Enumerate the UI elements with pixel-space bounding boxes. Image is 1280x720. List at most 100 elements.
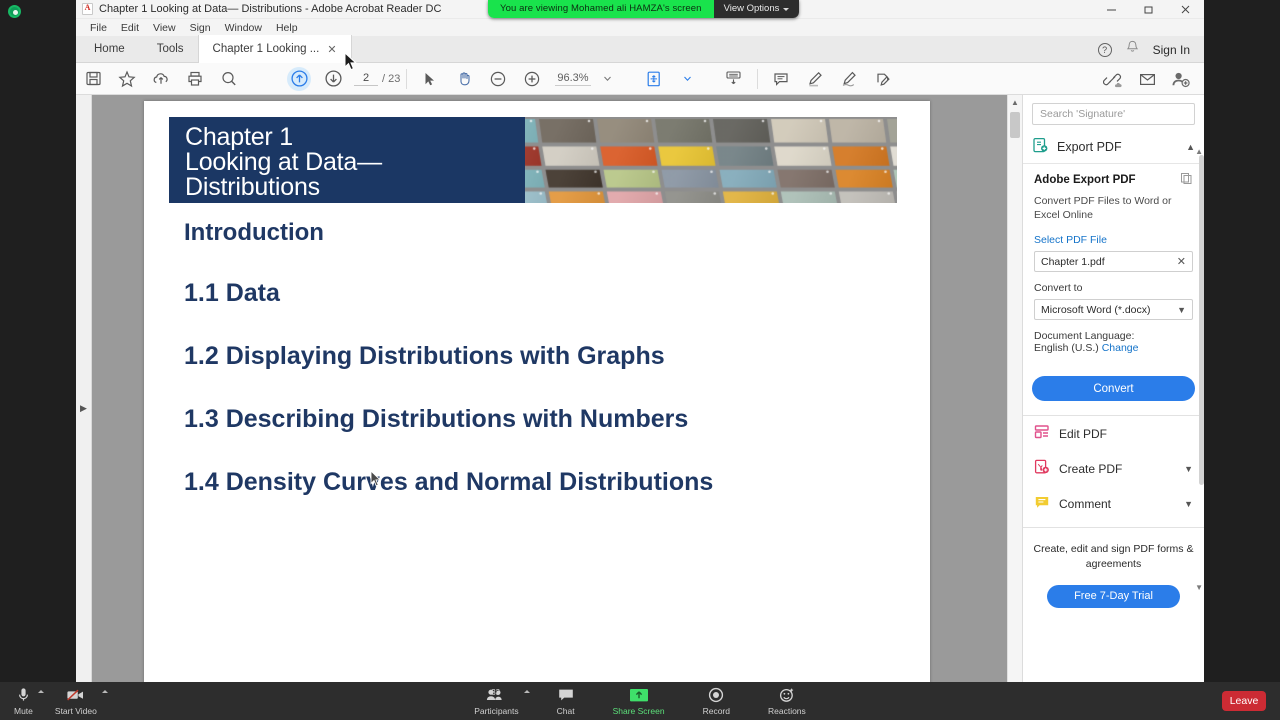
tab-tools[interactable]: Tools <box>143 35 198 62</box>
fit-page-icon[interactable] <box>637 64 671 94</box>
tool-row-comment[interactable]: Comment ▼ <box>1023 486 1204 521</box>
clear-file-icon[interactable]: ✕ <box>1177 255 1186 268</box>
draw-icon[interactable] <box>832 64 866 94</box>
highlight-icon[interactable] <box>798 64 832 94</box>
chat-icon <box>558 687 574 704</box>
scroll-up-icon[interactable]: ▲ <box>1008 95 1022 109</box>
close-button[interactable] <box>1167 0 1204 19</box>
window-title: Chapter 1 Looking at Data— Distributions… <box>99 3 442 15</box>
hand-pan-icon[interactable] <box>447 64 481 94</box>
scrollbar-thumb[interactable] <box>1010 112 1020 138</box>
menu-view[interactable]: View <box>147 21 182 35</box>
help-icon[interactable]: ? <box>1097 42 1112 57</box>
expand-navigation-pane-icon[interactable]: ▶ <box>80 403 87 414</box>
star-icon[interactable] <box>110 64 144 94</box>
export-pdf-icon <box>1032 137 1049 157</box>
bell-icon[interactable] <box>1126 40 1139 59</box>
export-pdf-label: Export PDF <box>1057 140 1122 154</box>
export-pdf-body: Adobe Export PDF Convert PDF Files to Wo… <box>1023 164 1204 360</box>
menu-sign[interactable]: Sign <box>184 21 217 35</box>
slide-header: Chapter 1 Looking at Data— Distributions <box>169 117 897 203</box>
document-language-value: English (U.S.) <box>1034 342 1099 355</box>
menu-help[interactable]: Help <box>270 21 304 35</box>
comment-label: Comment <box>1059 496 1112 511</box>
change-language-link[interactable]: Change <box>1102 342 1139 354</box>
comment-tool-icon <box>1034 494 1050 513</box>
panel-scrollbar-thumb[interactable] <box>1199 155 1204 485</box>
reactions-icon <box>779 687 795 704</box>
tab-document[interactable]: Chapter 1 Looking ... ✕ <box>197 35 352 63</box>
share-screen-button[interactable]: Share Screen <box>613 687 665 716</box>
document-vertical-scrollbar[interactable]: ▲ <box>1007 95 1022 682</box>
edit-pdf-label: Edit PDF <box>1059 426 1108 441</box>
selected-pdf-file-field[interactable]: Chapter 1.pdf ✕ <box>1034 251 1193 273</box>
cursor-select-icon[interactable] <box>413 64 447 94</box>
toolbar-left-group <box>76 64 246 94</box>
keyboard-icon[interactable] <box>717 64 751 94</box>
tool-row-create-pdf[interactable]: Create PDF ▼ <box>1023 451 1204 486</box>
toc-item-1-2: 1.2 Displaying Distributions with Graphs <box>184 342 665 370</box>
chat-button[interactable]: Chat <box>557 687 575 716</box>
navigation-pane-rail[interactable]: ▶ <box>76 95 92 682</box>
record-button[interactable]: Record <box>703 687 730 716</box>
save-icon[interactable] <box>76 64 110 94</box>
add-person-icon[interactable] <box>1164 64 1198 94</box>
document-scroll-viewport[interactable]: Chapter 1 Looking at Data— Distributions… <box>92 95 1022 682</box>
zoom-toolbar-center: 33 Participants Chat Share Screen Record… <box>0 687 1280 716</box>
participants-button[interactable]: 33 Participants <box>474 687 530 716</box>
chevron-down-icon[interactable]: ▼ <box>1177 305 1186 315</box>
copy-icon[interactable] <box>1180 172 1193 188</box>
menu-window[interactable]: Window <box>219 21 268 35</box>
convert-to-select[interactable]: Microsoft Word (*.docx) ▼ <box>1034 299 1193 321</box>
view-options-button[interactable]: View Options <box>713 0 800 18</box>
zoom-in-icon[interactable] <box>515 64 549 94</box>
menu-edit[interactable]: Edit <box>115 21 145 35</box>
toolbar-divider <box>406 68 408 89</box>
upload-cloud-icon[interactable] <box>144 64 178 94</box>
chevron-down-icon[interactable] <box>671 64 705 94</box>
zoom-out-icon[interactable] <box>481 64 515 94</box>
menu-file[interactable]: File <box>84 21 113 35</box>
share-link-icon[interactable] <box>1096 64 1130 94</box>
zoom-level-value[interactable]: 96.3% <box>555 72 591 86</box>
slide-title-line-3: Distributions <box>185 173 320 201</box>
export-pdf-section-header[interactable]: Export PDF ▲ <box>1023 131 1204 164</box>
comment-icon[interactable] <box>764 64 798 94</box>
fill-and-sign-icon[interactable] <box>866 64 900 94</box>
search-icon[interactable] <box>212 64 246 94</box>
page-number-input[interactable]: 2 <box>354 72 378 86</box>
next-page-icon[interactable] <box>316 64 350 94</box>
view-options-label: View Options <box>723 3 780 14</box>
adobe-export-pdf-heading-text: Adobe Export PDF <box>1034 174 1136 186</box>
minimize-button[interactable] <box>1093 0 1130 19</box>
email-icon[interactable] <box>1130 64 1164 94</box>
convert-button[interactable]: Convert <box>1032 376 1195 402</box>
pdf-page: Chapter 1 Looking at Data— Distributions… <box>144 101 930 682</box>
participants-count: 33 <box>491 687 501 697</box>
leave-meeting-button[interactable]: Leave <box>1222 691 1266 711</box>
chevron-down-icon[interactable] <box>591 64 625 94</box>
select-pdf-file-label[interactable]: Select PDF File <box>1034 234 1193 246</box>
share-screen-label: Share Screen <box>612 705 665 716</box>
chevron-up-icon[interactable] <box>523 689 530 693</box>
previous-page-icon[interactable] <box>282 64 316 94</box>
reactions-button[interactable]: Reactions <box>768 687 806 716</box>
selected-pdf-file-name: Chapter 1.pdf <box>1041 255 1105 268</box>
close-icon[interactable]: ✕ <box>327 43 336 56</box>
print-icon[interactable] <box>178 64 212 94</box>
chevron-down-icon[interactable]: ▼ <box>1184 464 1193 474</box>
panel-scroll-down-icon[interactable]: ▼ <box>1195 583 1203 592</box>
adobe-export-pdf-heading: Adobe Export PDF <box>1034 172 1193 188</box>
chevron-down-icon[interactable]: ▼ <box>1184 499 1193 509</box>
free-trial-button[interactable]: Free 7-Day Trial <box>1047 584 1180 608</box>
chevron-up-icon[interactable]: ▲ <box>1186 142 1195 152</box>
sign-in-button[interactable]: Sign In <box>1153 43 1190 57</box>
convert-to-value: Microsoft Word (*.docx) <box>1041 303 1151 316</box>
tool-row-edit-pdf[interactable]: Edit PDF <box>1023 416 1204 451</box>
tabstrip-right-controls: ? Sign In <box>1097 36 1204 63</box>
restore-button[interactable] <box>1130 0 1167 19</box>
tools-search-input[interactable]: Search 'Signature' <box>1032 103 1195 125</box>
tab-document-label: Chapter 1 Looking ... <box>212 43 320 55</box>
tab-home[interactable]: Home <box>76 35 143 62</box>
share-banner-message: You are viewing Mohamed ali HAMZA's scre… <box>488 0 714 18</box>
